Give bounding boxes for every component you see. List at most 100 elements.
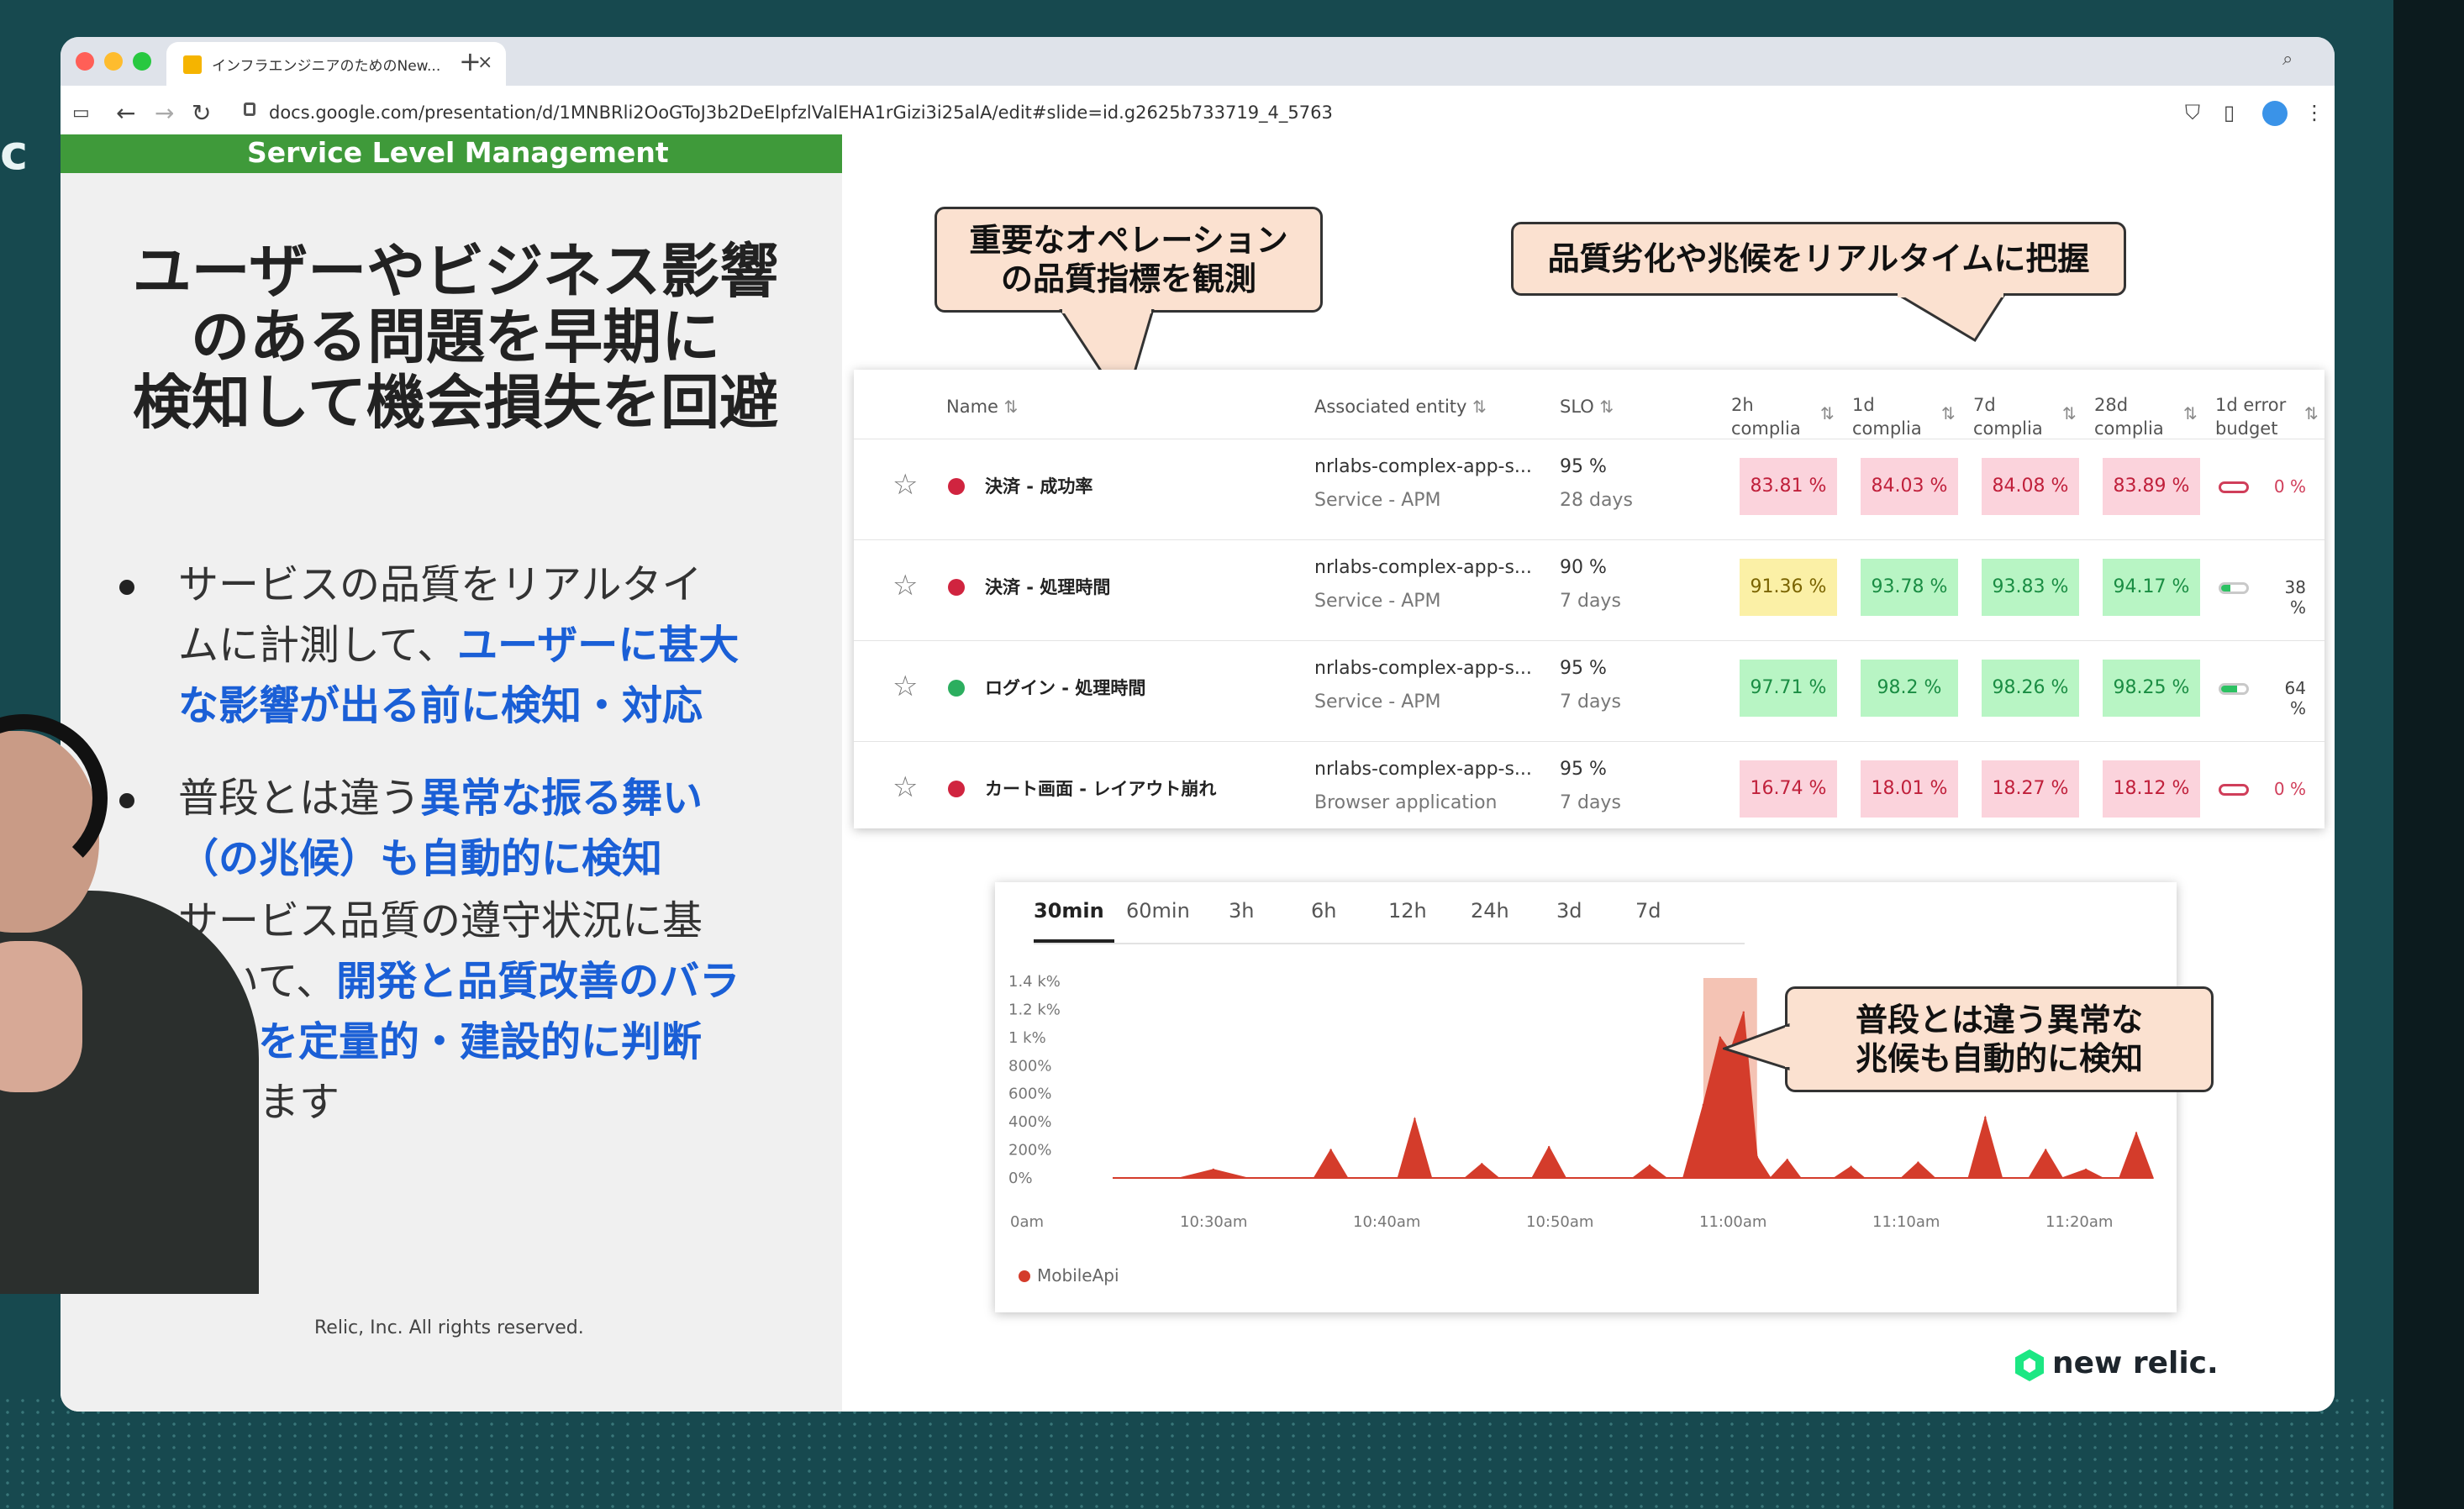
slo-name[interactable]: 決済 - 成功率 xyxy=(985,473,1092,498)
forward-icon[interactable]: → xyxy=(155,99,174,127)
col-header-2h[interactable]: 2h complia xyxy=(1731,393,1801,440)
compliance-cell: 83.89 % xyxy=(2103,458,2200,515)
star-icon[interactable]: ☆ xyxy=(892,670,918,703)
data-point xyxy=(1648,1164,1651,1167)
headline-line: 検知して機会損失を回避 xyxy=(133,368,778,437)
col-header-1d[interactable]: 1d complia xyxy=(1852,393,1922,440)
col-header-budget[interactable]: 1d error budget xyxy=(2215,393,2286,440)
data-point xyxy=(1414,1117,1416,1120)
x-tick-label: 11:10am xyxy=(1872,1213,1940,1231)
slo-name[interactable]: 決済 - 処理時間 xyxy=(985,574,1110,599)
compliance-cell: 97.71 % xyxy=(1740,660,1837,717)
data-point xyxy=(1917,1161,1919,1164)
error-budget-value: 38 % xyxy=(2284,577,2306,618)
menu-icon[interactable]: ⋮ xyxy=(2304,101,2324,124)
lock-icon[interactable] xyxy=(244,103,255,116)
time-range-tab[interactable]: 6h xyxy=(1311,899,1336,923)
url-field[interactable]: docs.google.com/presentation/d/1MNBRli2O… xyxy=(269,103,1333,123)
minimize-window-button[interactable] xyxy=(104,52,123,71)
shield-icon[interactable]: ⛉ xyxy=(2185,101,2200,124)
entity-name[interactable]: nrlabs-complex-app-s... xyxy=(1314,456,1532,477)
col-header-entity[interactable]: Associated entity ⇅ xyxy=(1314,395,1487,418)
compliance-cell: 98.26 % xyxy=(1982,660,2079,717)
entity-name[interactable]: nrlabs-complex-app-s... xyxy=(1314,658,1532,679)
sort-icon[interactable]: ⇅ xyxy=(1820,403,1835,423)
slo-target: 95 % xyxy=(1560,456,1607,477)
data-point xyxy=(2135,1132,2138,1134)
col-header-name[interactable]: Name ⇅ xyxy=(946,395,1018,418)
data-point xyxy=(2045,1149,2047,1151)
sort-icon: ⇅ xyxy=(1003,397,1019,417)
table-row[interactable]: ☆ 決済 - 処理時間 nrlabs-complex-app-s... Service… xyxy=(854,539,2324,634)
reader-icon[interactable]: ▯ xyxy=(2224,101,2235,124)
data-point xyxy=(1212,1168,1215,1171)
time-range-tab[interactable]: 3d xyxy=(1556,899,1582,923)
headline-line: ユーザーやビジネス影響 xyxy=(132,237,779,306)
error-budget-bar xyxy=(2219,582,2249,594)
x-tick-label: 10:30am xyxy=(1180,1213,1247,1231)
compliance-cell: 83.81 % xyxy=(1740,458,1837,515)
compliance-cell: 18.12 % xyxy=(2103,760,2200,818)
tabs-rule xyxy=(1034,943,1745,944)
star-icon[interactable]: ☆ xyxy=(892,770,918,804)
time-range-tab[interactable]: 12h xyxy=(1388,899,1427,923)
callout-line: 普段とは違う異常な xyxy=(1855,1002,2143,1038)
reload-icon[interactable]: ↻ xyxy=(192,99,211,127)
sort-icon: ⇅ xyxy=(1472,397,1487,417)
header-label: 1d xyxy=(1852,395,1875,415)
callout-pointer xyxy=(1896,293,2007,343)
error-budget-bar xyxy=(2219,481,2249,493)
slo-period: 7 days xyxy=(1560,792,1621,813)
bullet-text: サービスの品質をリアルタイ xyxy=(178,561,703,608)
col-header-slo[interactable]: SLO ⇅ xyxy=(1560,395,1614,418)
table-row[interactable]: ☆ 決済 - 成功率 nrlabs-complex-app-s... Service … xyxy=(854,439,2324,534)
headline-line: のある問題を早期に xyxy=(191,302,720,371)
new-tab-button[interactable]: + xyxy=(459,45,482,77)
error-budget-value: 0 % xyxy=(2273,779,2306,799)
compliance-cell: 84.03 % xyxy=(1861,458,1958,515)
entity-type: Browser application xyxy=(1314,792,1498,813)
sort-icon[interactable]: ⇅ xyxy=(2304,403,2319,423)
tab-slides[interactable]: インフラエンジニアのためのNew... × xyxy=(166,42,506,86)
extension-icon[interactable] xyxy=(2262,101,2288,126)
background-dots xyxy=(0,1395,2393,1509)
time-range-tab[interactable]: 60min xyxy=(1126,899,1190,923)
new-relic-mark-icon xyxy=(2015,1349,2044,1381)
sidebar-icon[interactable]: ▭ xyxy=(72,103,90,124)
time-range-tab[interactable]: 7d xyxy=(1635,899,1661,923)
slo-name[interactable]: カート画面 - レイアウト崩れ xyxy=(985,776,1216,801)
sort-icon[interactable]: ⇅ xyxy=(2183,403,2198,423)
callout-line: 兆候も自動的に検知 xyxy=(1855,1040,2143,1077)
close-window-button[interactable] xyxy=(76,52,94,71)
y-tick-label: 0% xyxy=(1008,1170,1033,1187)
sort-icon[interactable]: ⇅ xyxy=(1941,403,1956,423)
sort-icon[interactable]: ⇅ xyxy=(2062,403,2077,423)
search-tabs-icon[interactable]: ⌕ xyxy=(2282,49,2293,70)
header-label: Associated entity xyxy=(1314,397,1467,417)
table-row[interactable]: ☆ ログイン - 処理時間 nrlabs-complex-app-s... Servi… xyxy=(854,640,2324,735)
slides-icon xyxy=(183,55,202,74)
table-row[interactable]: ☆ カート画面 - レイアウト崩れ nrlabs-complex-app-s... B… xyxy=(854,741,2324,836)
time-range-tab[interactable]: 3h xyxy=(1229,899,1254,923)
slide-headline: ユーザーやビジネス影響 のある問題を早期に 検知して機会損失を回避 xyxy=(94,239,817,435)
y-tick-label: 600% xyxy=(1008,1086,1051,1103)
star-icon[interactable]: ☆ xyxy=(892,569,918,602)
callout-anomaly: 普段とは違う異常な 兆候も自動的に検知 xyxy=(1785,986,2214,1092)
slide-canvas: Service Level Management ユーザーやビジネス影響 のある… xyxy=(61,134,2335,1412)
data-point xyxy=(1481,1163,1483,1165)
back-icon[interactable]: ← xyxy=(116,99,135,127)
copyright: Relic, Inc. All rights reserved. xyxy=(314,1317,584,1338)
data-point xyxy=(1329,1149,1332,1151)
data-point xyxy=(1984,1116,1987,1119)
slo-period: 7 days xyxy=(1560,691,1621,712)
entity-name[interactable]: nrlabs-complex-app-s... xyxy=(1314,557,1532,578)
time-range-tab[interactable]: 30min xyxy=(1034,899,1104,923)
entity-name[interactable]: nrlabs-complex-app-s... xyxy=(1314,759,1532,780)
col-header-28d[interactable]: 28d complia xyxy=(2094,393,2164,440)
zoom-window-button[interactable] xyxy=(133,52,151,71)
col-header-7d[interactable]: 7d complia xyxy=(1973,393,2043,440)
slo-name[interactable]: ログイン - 処理時間 xyxy=(985,675,1145,700)
time-range-tab[interactable]: 24h xyxy=(1471,899,1509,923)
star-icon[interactable]: ☆ xyxy=(892,468,918,502)
bullet-highlight: 開発と品質改善のバラ xyxy=(336,958,740,1005)
